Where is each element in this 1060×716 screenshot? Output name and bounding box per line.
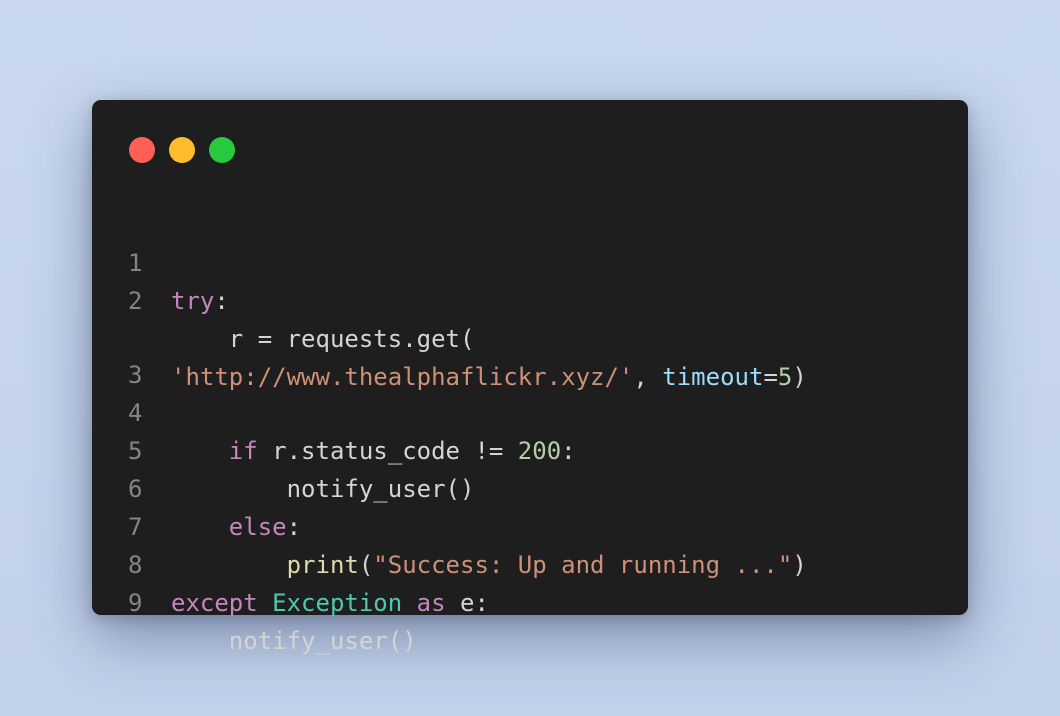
code-line-9: 9 notify_user()	[92, 546, 968, 655]
code-line-4: 4 if r.status_code != 200:	[92, 356, 968, 465]
keyword-token: as	[416, 589, 446, 617]
code-line-2: 2 r = requests.get(	[92, 244, 968, 353]
code-token: notify_user()	[171, 627, 417, 655]
class-token: Exception	[272, 589, 403, 617]
maximize-dot-icon[interactable]	[209, 137, 235, 163]
line-code: notify_user()	[171, 622, 417, 660]
code-line-2-wrapped: 'http://www.thealphaflickr.xyz/', timeou…	[92, 282, 968, 391]
code-line-3: 3	[92, 318, 968, 389]
code-line-8: 8 except Exception as e:	[92, 508, 968, 617]
code-token: e:	[445, 589, 489, 617]
close-dot-icon[interactable]	[129, 137, 155, 163]
code-line-7: 7 print("Success: Up and running ...")	[92, 470, 968, 579]
code-line-6: 6 else:	[92, 432, 968, 541]
line-code: except Exception as e:	[171, 584, 489, 622]
code-line-1: 1 try:	[92, 206, 968, 315]
code-block: 1 try: 2 r = requests.get( 'http://www.t…	[92, 206, 968, 655]
minimize-dot-icon[interactable]	[169, 137, 195, 163]
code-window: 1 try: 2 r = requests.get( 'http://www.t…	[92, 100, 968, 655]
code-line-5: 5 notify_user()	[92, 394, 968, 503]
line-number: 9	[128, 589, 143, 617]
keyword-token: except	[171, 589, 258, 617]
